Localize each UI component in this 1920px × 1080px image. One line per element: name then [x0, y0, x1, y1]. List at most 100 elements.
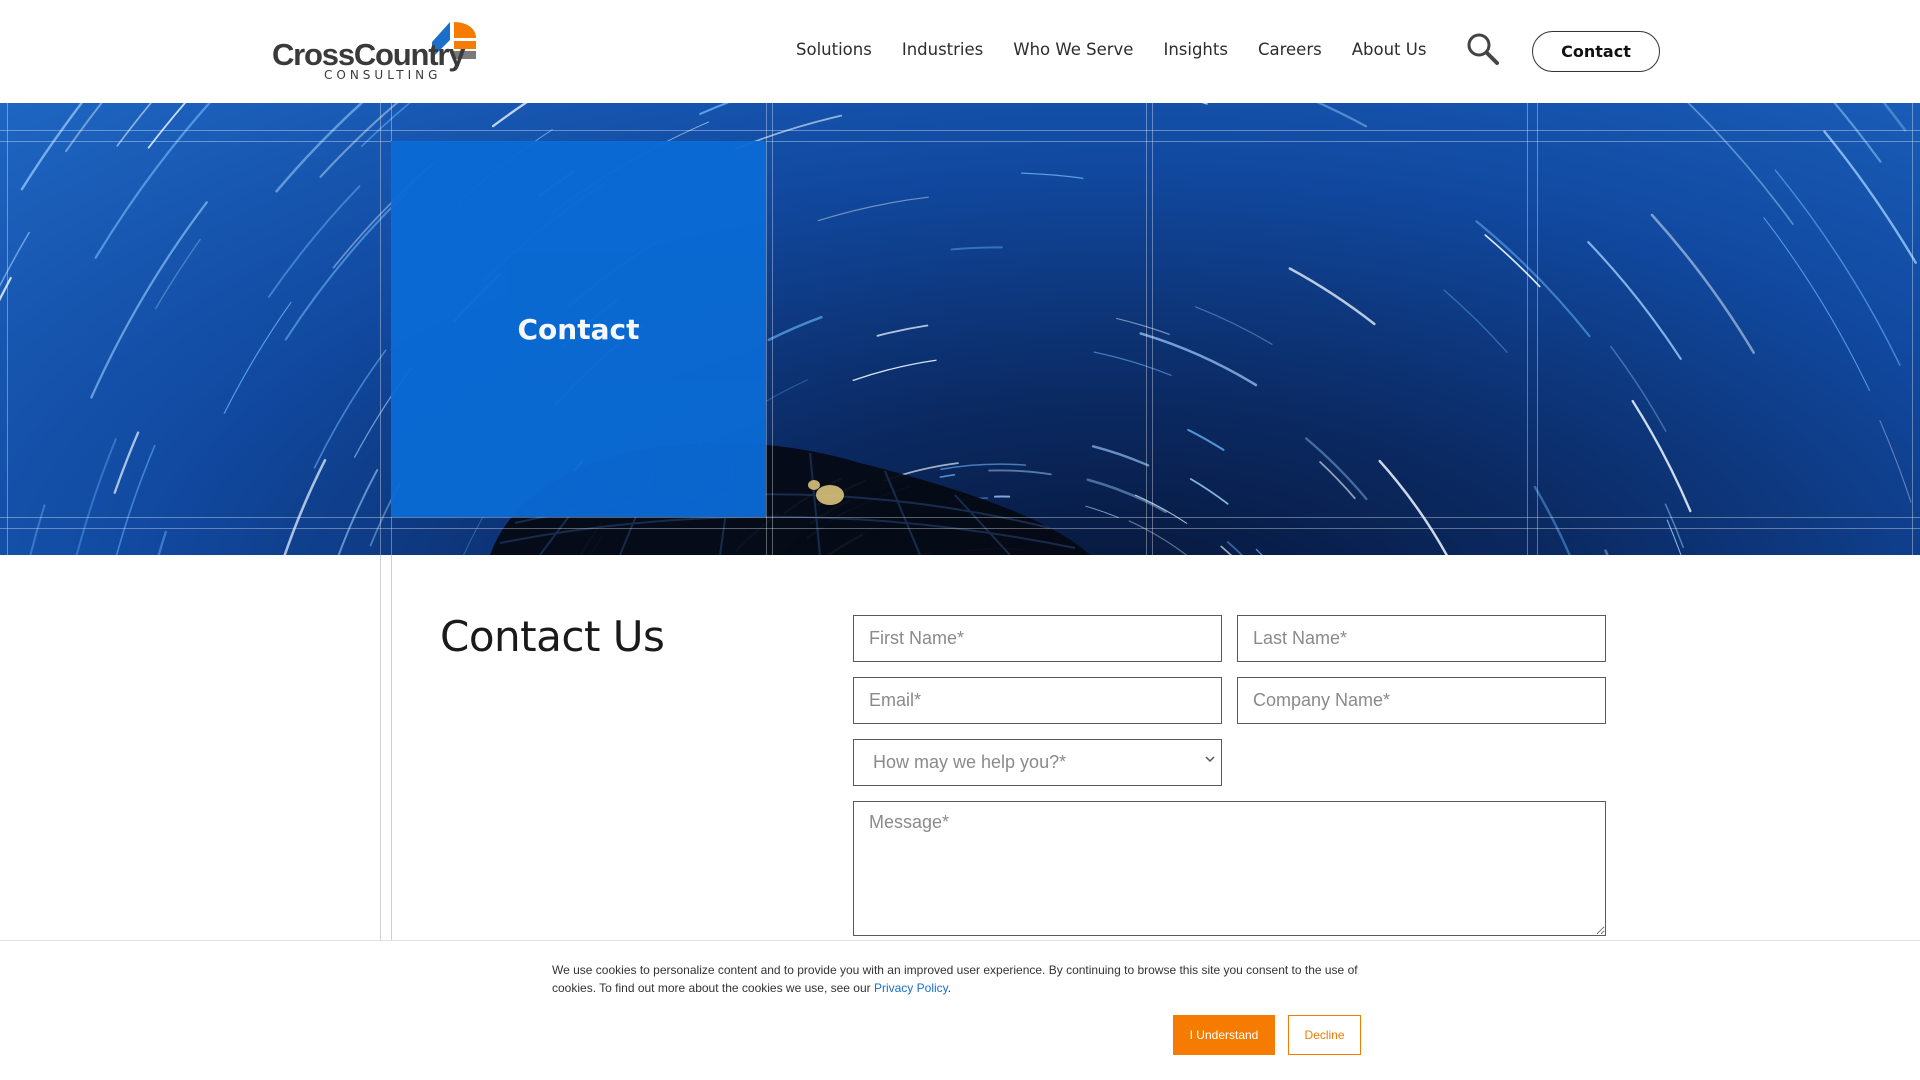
- star-trail: [1093, 351, 1172, 376]
- star-trail: [1604, 549, 1609, 555]
- cookie-message-text: We use cookies to personalize content an…: [552, 963, 1358, 995]
- star-trail: [1378, 459, 1449, 555]
- star-trail: [1116, 317, 1170, 335]
- hero-banner: Contact: [0, 103, 1920, 555]
- star-trail: [1128, 520, 1188, 555]
- cookie-message-trailing: .: [947, 981, 952, 995]
- star-trail: [268, 185, 361, 298]
- hero-title: Contact: [517, 312, 640, 346]
- hero-grid-line: [1152, 103, 1153, 555]
- star-trail: [1220, 545, 1233, 555]
- cookie-decline-button[interactable]: Decline: [1288, 1015, 1361, 1055]
- star-trail: [1664, 503, 1684, 548]
- search-button[interactable]: [1466, 32, 1500, 66]
- star-trail: [491, 103, 528, 128]
- message-field[interactable]: [853, 801, 1606, 936]
- nav-item-careers[interactable]: Careers: [1258, 38, 1322, 62]
- hero-grid-line: [1912, 103, 1913, 555]
- site-header: CrossCountry CONSULTING Solutions Indust…: [0, 0, 1920, 103]
- nav-item-insights[interactable]: Insights: [1163, 38, 1228, 62]
- star-trail: [1194, 306, 1273, 345]
- star-trail: [115, 444, 156, 555]
- page-title: Contact Us: [440, 612, 665, 661]
- privacy-policy-link[interactable]: Privacy Policy: [874, 981, 948, 995]
- crosscountry-logo[interactable]: CrossCountry CONSULTING: [272, 20, 482, 82]
- star-trail: [337, 469, 379, 555]
- star-trail: [20, 103, 84, 191]
- last-name-field[interactable]: [1237, 615, 1606, 662]
- company-name-field[interactable]: [1237, 677, 1606, 724]
- star-trail: [939, 474, 956, 478]
- hero-grid-line: [7, 103, 8, 555]
- hero-title-panel: Contact: [391, 141, 766, 517]
- nav-item-about-us[interactable]: About Us: [1352, 38, 1427, 62]
- first-name-field[interactable]: [853, 615, 1222, 662]
- star-trail: [1443, 289, 1508, 353]
- star-trail: [360, 103, 411, 148]
- star-trail: [1091, 445, 1150, 467]
- star-trail: [1187, 428, 1225, 451]
- help-topic-select[interactable]: How may we help you?*: [853, 739, 1222, 786]
- star-trail: [1631, 399, 1692, 513]
- star-trail: [1650, 213, 1755, 354]
- content-divider: [391, 555, 392, 940]
- hero-grid-line: [0, 517, 1920, 518]
- star-trail: [94, 103, 211, 259]
- hero-grid-line: [1537, 103, 1538, 555]
- star-trail: [1255, 548, 1263, 555]
- star-trail: [113, 431, 140, 494]
- help-topic-value: How may we help you?*: [873, 752, 1067, 772]
- star-trail: [1288, 267, 1376, 326]
- star-trail: [1316, 103, 1368, 128]
- star-trail: [767, 315, 823, 342]
- star-trail: [116, 103, 152, 147]
- star-trail: [1305, 437, 1368, 501]
- star-trail: [950, 246, 1003, 251]
- hero-grid-line: [772, 103, 773, 555]
- star-trail: [313, 349, 387, 469]
- logo-wordmark: CrossCountry: [272, 37, 465, 72]
- star-trail: [283, 458, 327, 555]
- cookie-consent-bar: We use cookies to personalize content an…: [0, 940, 1920, 1080]
- star-trail: [940, 463, 1027, 471]
- nav-item-solutions[interactable]: Solutions: [796, 38, 872, 62]
- hero-grid-line: [380, 103, 381, 555]
- hero-grid-line: [1527, 103, 1528, 555]
- search-icon: [1467, 33, 1499, 65]
- email-field[interactable]: [853, 677, 1222, 724]
- star-trail: [75, 438, 117, 555]
- star-trail: [157, 530, 167, 555]
- star-trail: [1774, 169, 1901, 366]
- star-trail: [1189, 478, 1229, 505]
- hero-grid-line: [0, 528, 1920, 529]
- star-trail: [1587, 241, 1682, 360]
- star-trail: [699, 103, 730, 115]
- cookie-accept-button[interactable]: I Understand: [1173, 1015, 1275, 1055]
- star-trail: [1823, 130, 1917, 264]
- star-trail: [1610, 345, 1667, 432]
- star-trail: [1666, 519, 1682, 555]
- star-trail: [817, 196, 929, 222]
- star-trail: [223, 301, 292, 414]
- logo-tagline: CONSULTING: [324, 68, 442, 82]
- content-divider: [380, 555, 381, 940]
- header-contact-button[interactable]: Contact: [1532, 31, 1660, 72]
- star-trail: [852, 359, 937, 382]
- nav-item-who-we-serve[interactable]: Who We Serve: [1013, 38, 1133, 62]
- hero-grid-line: [0, 141, 1920, 142]
- star-trail: [65, 103, 103, 153]
- nav-item-industries[interactable]: Industries: [902, 38, 983, 62]
- star-trail: [284, 191, 408, 341]
- star-trail: [1226, 541, 1243, 555]
- chevron-down-icon: [1205, 756, 1215, 763]
- hero-grid-line: [766, 103, 767, 555]
- star-trail: [1533, 485, 1571, 555]
- star-trail: [988, 469, 1052, 476]
- star-trail: [154, 238, 201, 310]
- star-trail: [1484, 234, 1541, 288]
- star-trail: [1687, 103, 1794, 225]
- star-trail: [0, 276, 12, 302]
- star-trail: [1879, 420, 1912, 503]
- star-trail: [1139, 332, 1258, 387]
- star-trail: [1085, 505, 1119, 519]
